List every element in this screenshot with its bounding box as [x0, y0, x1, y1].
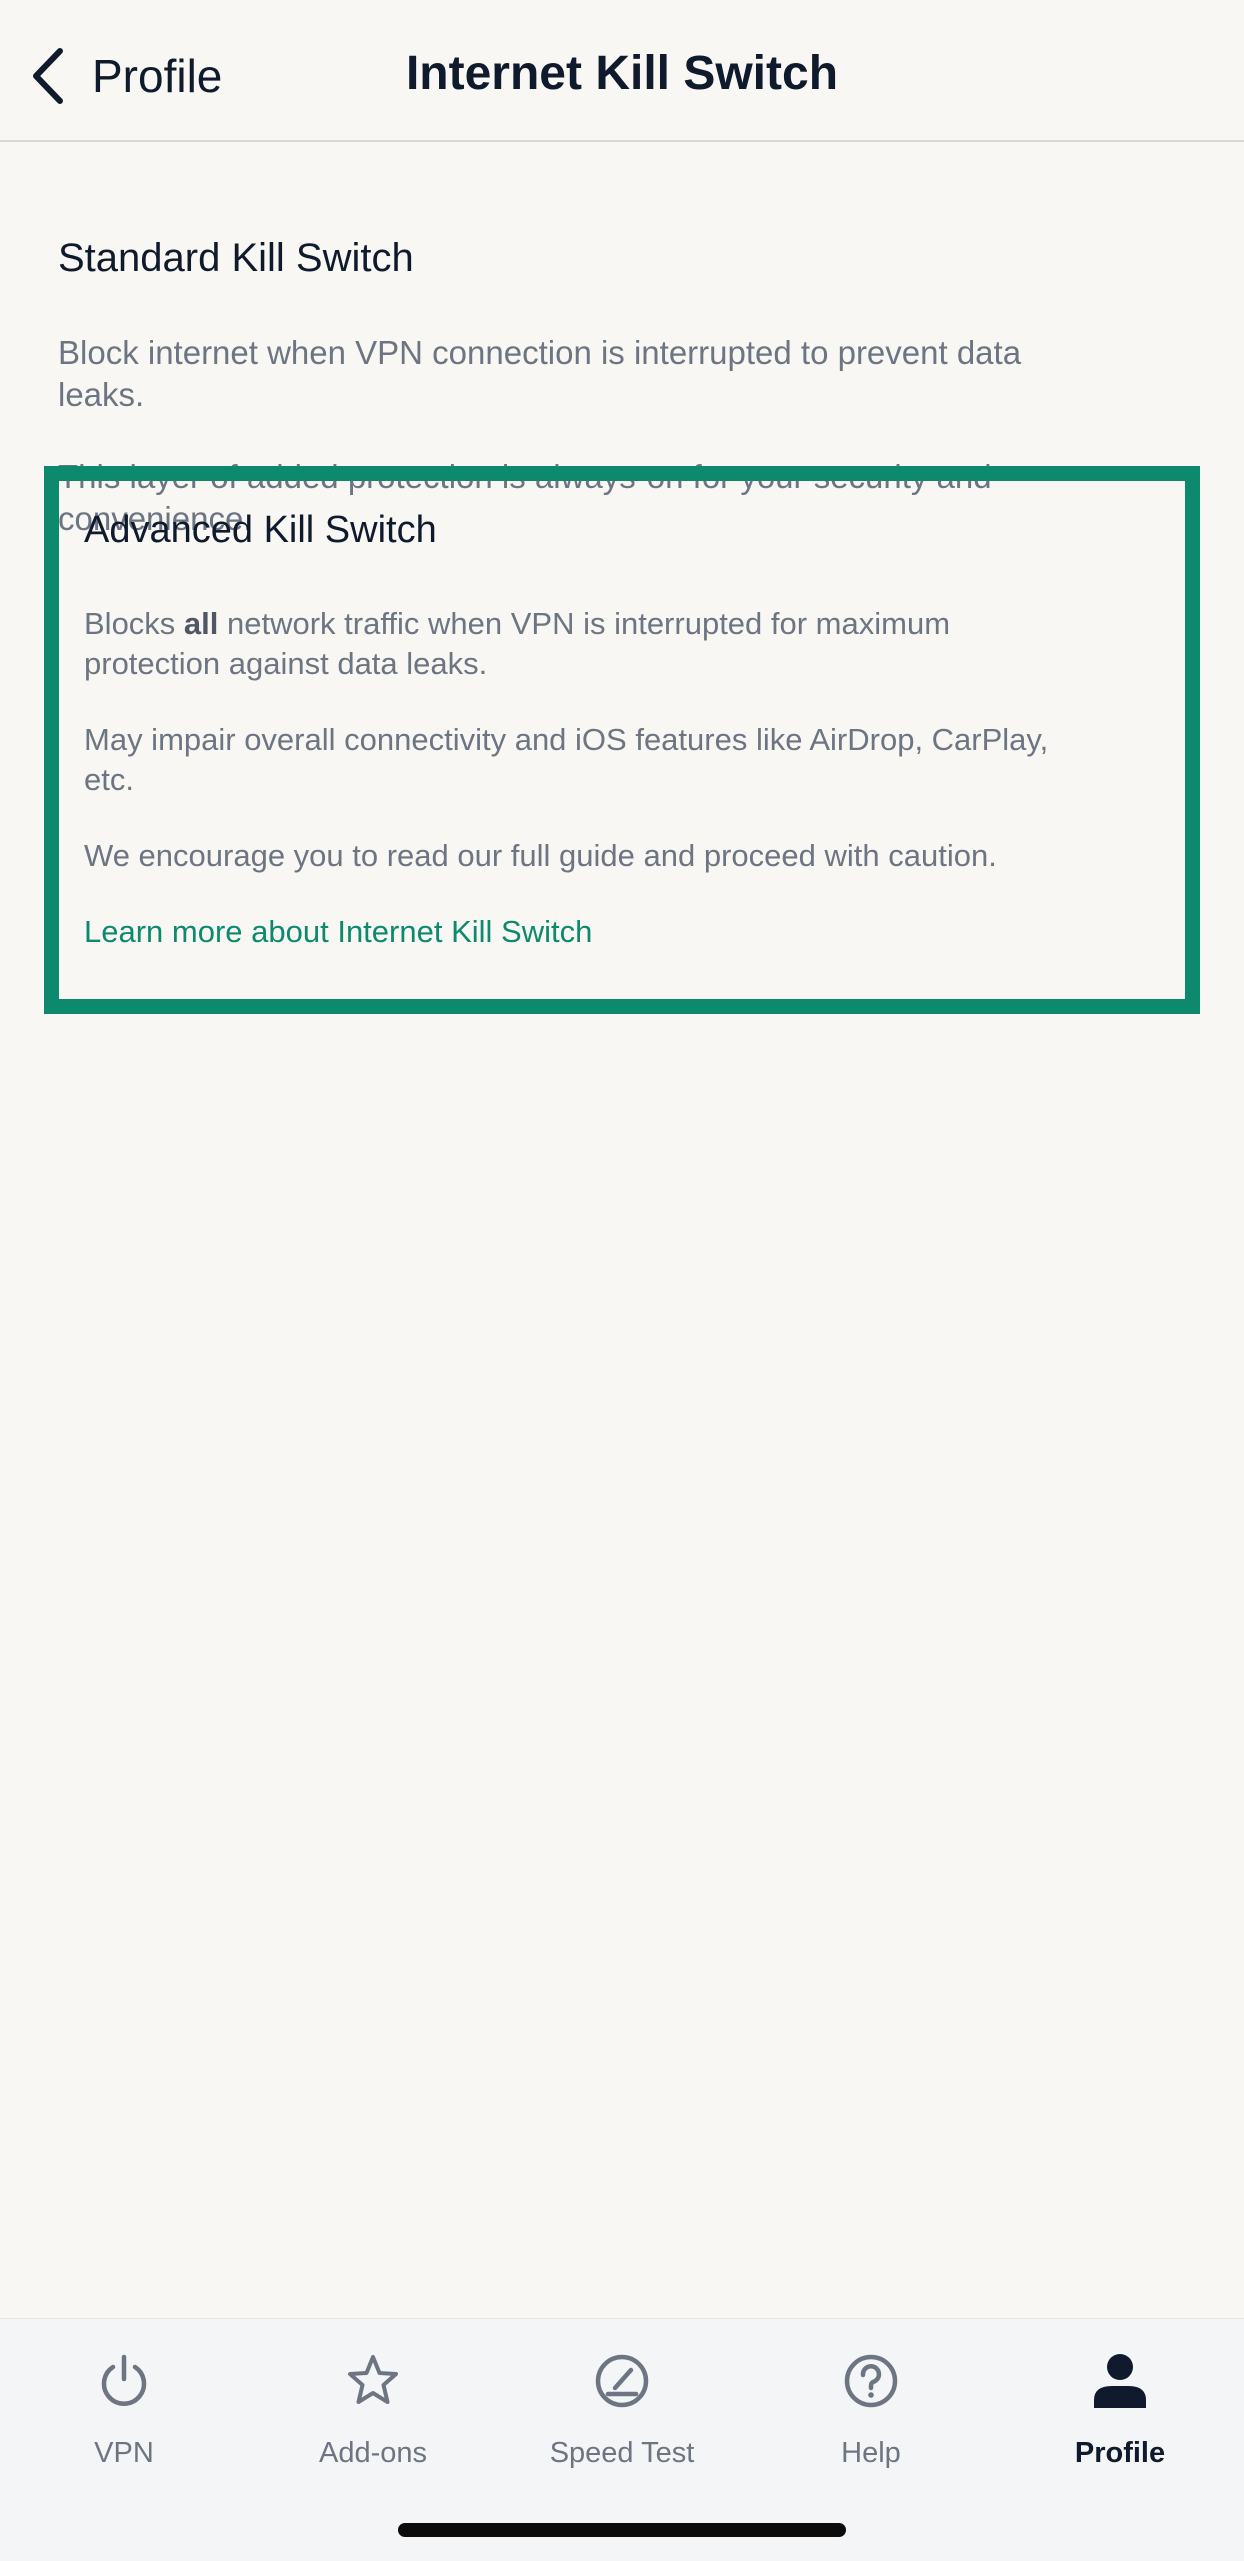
advanced-description-emphasis: all: [183, 605, 219, 641]
person-icon: [1092, 2349, 1148, 2413]
tab-label-profile: Profile: [1074, 2437, 1166, 2469]
tab-label-help: Help: [841, 2437, 901, 2469]
tab-profile[interactable]: Profile: [996, 2319, 1244, 2489]
help-icon: [842, 2349, 900, 2413]
tab-label-speed-test: Speed Test: [549, 2437, 695, 2469]
tab-add-ons[interactable]: Add-ons: [249, 2319, 497, 2489]
advanced-caution-note: We encourage you to read our full guide …: [84, 837, 997, 873]
standard-kill-switch-title: Standard Kill Switch: [58, 236, 414, 280]
advanced-description: Blocks all network traffic when VPN is i…: [84, 604, 1094, 684]
home-indicator: [398, 2523, 846, 2537]
speedometer-icon: [593, 2349, 651, 2413]
tab-speed-test[interactable]: Speed Test: [498, 2319, 746, 2489]
advanced-kill-switch-section: Advanced Kill Switch Blocks all network …: [84, 508, 1144, 950]
tab-label-add-ons: Add-ons: [318, 2437, 427, 2469]
advanced-connectivity-warning: May impair overall connectivity and iOS …: [84, 721, 1049, 797]
standard-description: Block internet when VPN connection is in…: [58, 334, 1022, 413]
advanced-kill-switch-title: Advanced Kill Switch: [84, 509, 437, 551]
power-icon: [98, 2349, 150, 2413]
nav-header: Profile Internet Kill Switch: [0, 0, 1244, 142]
tab-label-vpn: VPN: [94, 2437, 154, 2469]
advanced-description-prefix: Blocks: [84, 605, 184, 641]
page-title: Internet Kill Switch: [405, 47, 839, 100]
learn-more-link[interactable]: Learn more about Internet Kill Switch: [84, 914, 1144, 950]
star-icon: [345, 2349, 401, 2413]
tab-vpn[interactable]: VPN: [0, 2319, 248, 2489]
tab-bar: VPN Add-ons Speed Test Help Profile: [0, 2318, 1244, 2561]
tab-help[interactable]: Help: [747, 2319, 995, 2489]
